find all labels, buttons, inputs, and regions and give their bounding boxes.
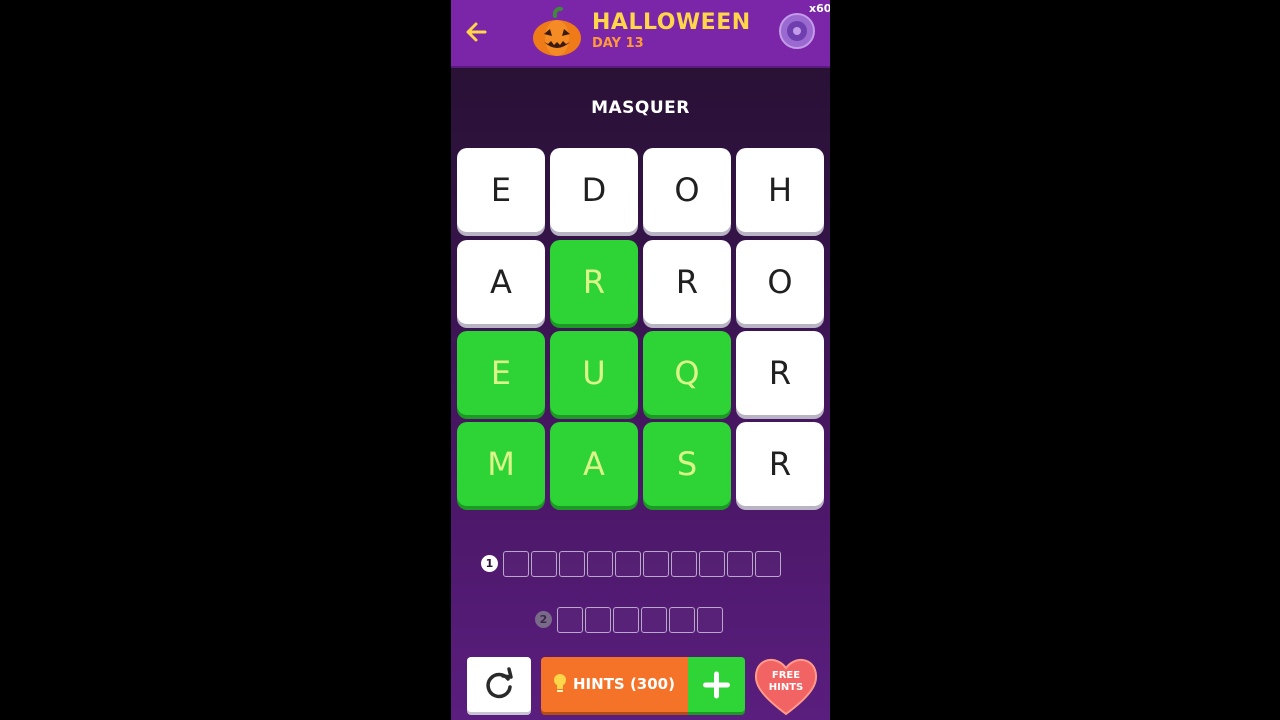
free-hints-line1: FREE xyxy=(771,670,801,681)
answer-slot xyxy=(615,551,641,577)
letter-tile[interactable]: U xyxy=(550,331,638,415)
letter-tile[interactable]: E xyxy=(457,331,545,415)
buy-hints-button[interactable] xyxy=(688,657,745,712)
level-title: HALLOWEEN xyxy=(592,10,751,35)
letter-tile[interactable]: H xyxy=(736,148,824,232)
coin-count: x60 xyxy=(809,2,830,15)
free-hints-label: FREE HINTS xyxy=(751,670,821,694)
answer-slot xyxy=(585,607,611,633)
clue-word: MASQUER xyxy=(591,98,690,118)
refresh-icon xyxy=(486,667,513,699)
plus-icon xyxy=(703,671,730,699)
letter-tile[interactable]: R xyxy=(736,331,824,415)
free-hints-button[interactable]: FREE HINTS xyxy=(751,652,821,718)
answer-slot xyxy=(613,607,639,633)
pumpkin-icon xyxy=(533,6,581,56)
lightbulb-icon xyxy=(554,674,566,692)
answer-slot xyxy=(671,551,697,577)
answer-slot xyxy=(531,551,557,577)
letter-tile[interactable]: D xyxy=(550,148,638,232)
letter-tile[interactable]: A xyxy=(457,240,545,324)
letter-tile[interactable]: Q xyxy=(643,331,731,415)
answer-slot xyxy=(643,551,669,577)
level-day: DAY 13 xyxy=(592,36,644,51)
answer-slot xyxy=(697,607,723,633)
letter-tile[interactable]: R xyxy=(643,240,731,324)
answer-slot xyxy=(559,551,585,577)
free-hints-line2: HINTS xyxy=(768,682,804,693)
letter-tile[interactable]: M xyxy=(457,422,545,506)
answer-slot xyxy=(587,551,613,577)
answer-slot xyxy=(669,607,695,633)
letter-tile[interactable]: A xyxy=(550,422,638,506)
letter-tile[interactable]: R xyxy=(736,422,824,506)
header-bar: HALLOWEEN DAY 13 x60 xyxy=(451,0,830,66)
hints-label: HINTS (300) xyxy=(573,675,675,693)
answer-slot xyxy=(503,551,529,577)
answer-number-badge: 1 xyxy=(481,555,498,572)
answer-slot xyxy=(641,607,667,633)
answer-row: 2 xyxy=(451,607,830,633)
coin-icon[interactable] xyxy=(778,12,816,50)
reset-button[interactable] xyxy=(467,657,531,712)
letter-tile[interactable]: R xyxy=(550,240,638,324)
answer-slot xyxy=(727,551,753,577)
answer-row: 1 xyxy=(451,551,830,577)
answer-number-badge: 2 xyxy=(535,611,552,628)
hints-button[interactable]: HINTS (300) xyxy=(541,657,688,712)
back-button[interactable] xyxy=(459,14,495,50)
letter-tile[interactable]: E xyxy=(457,148,545,232)
answer-slot xyxy=(699,551,725,577)
answer-slot xyxy=(557,607,583,633)
letter-tile[interactable]: O xyxy=(736,240,824,324)
letter-tile[interactable]: S xyxy=(643,422,731,506)
letter-tile[interactable]: O xyxy=(643,148,731,232)
game-screen: HALLOWEEN DAY 13 x60 MASQUER EDOHARROEUQ… xyxy=(451,0,830,720)
letter-grid: EDOHARROEUQRMASR xyxy=(457,148,825,508)
back-arrow-icon xyxy=(466,22,487,42)
answer-slot xyxy=(755,551,781,577)
